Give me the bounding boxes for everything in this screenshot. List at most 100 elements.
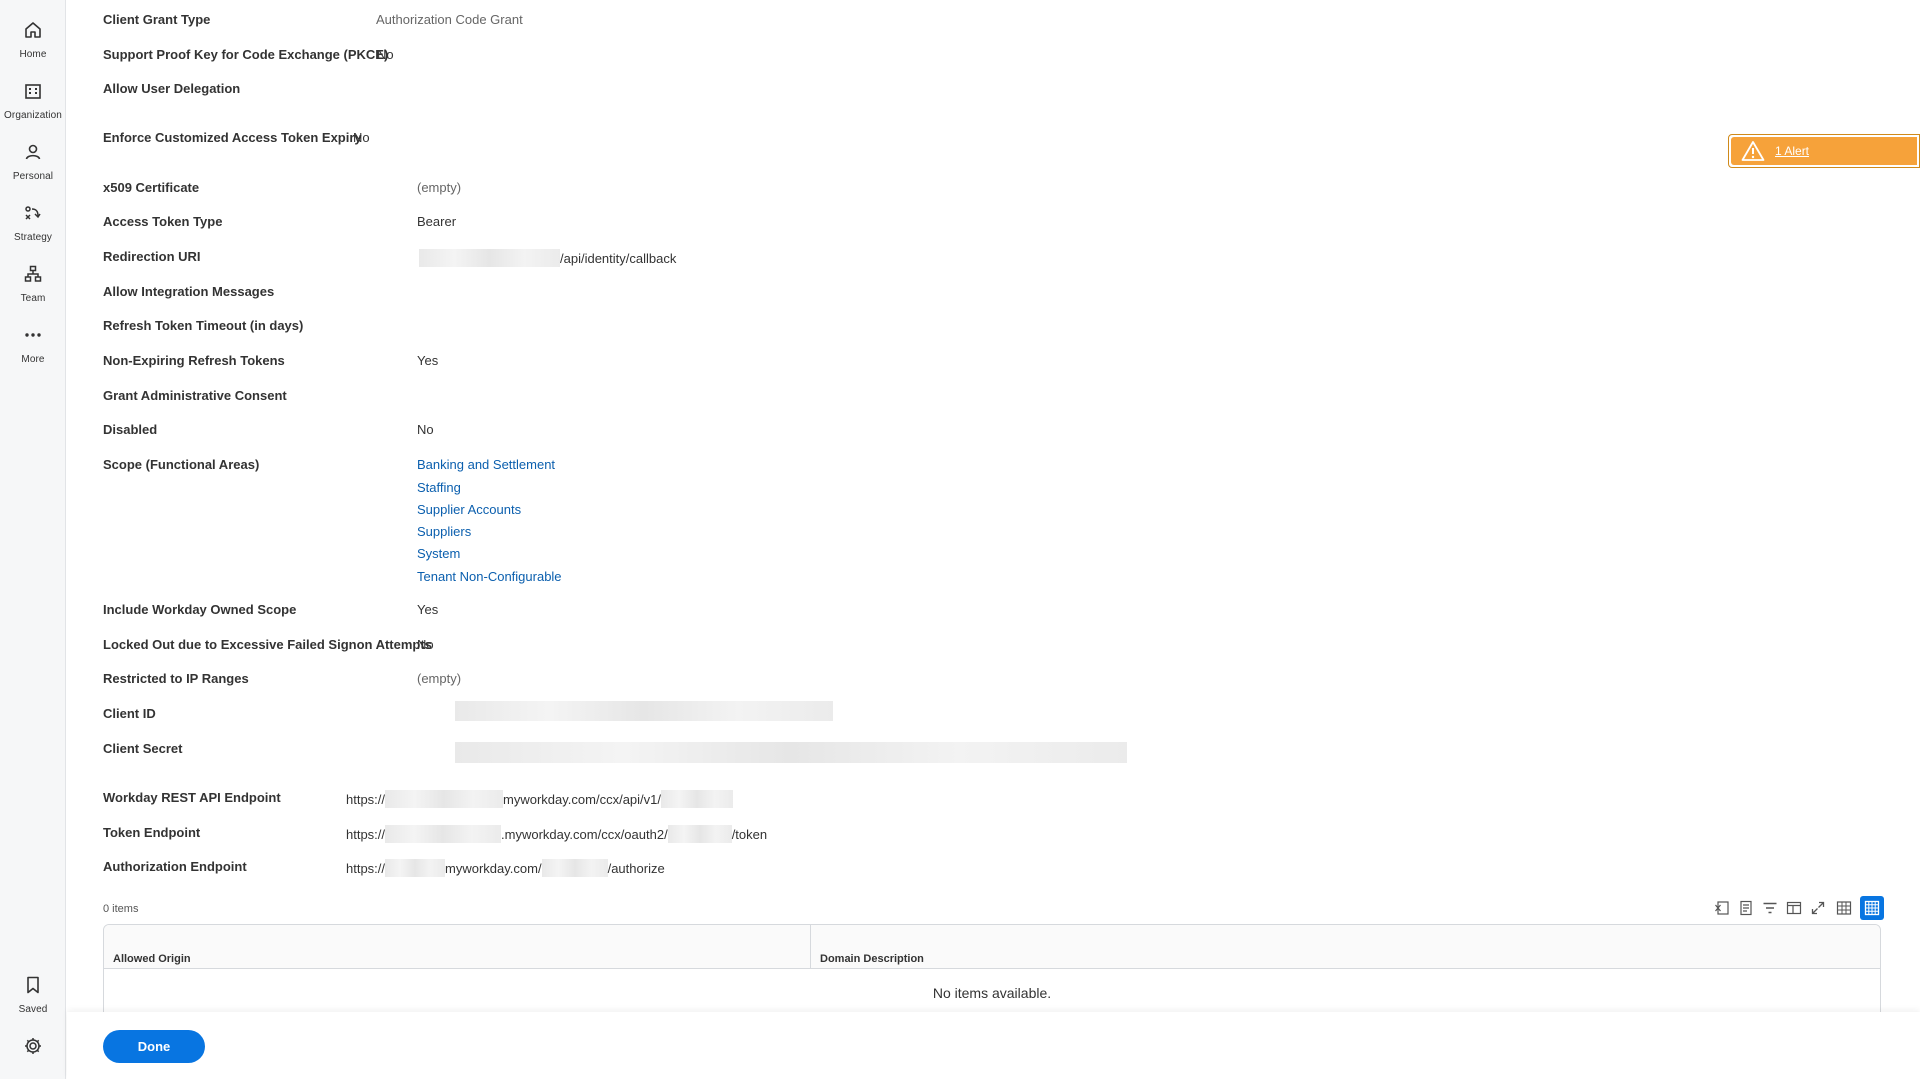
workday-scope-value: Yes [417, 602, 439, 617]
token-expiry-label: Enforce Customized Access Token Expiry [103, 130, 362, 145]
scope-item-system[interactable]: System [417, 546, 460, 561]
excel-icon [1715, 901, 1729, 915]
rest-endpoint-label: Workday REST API Endpoint [103, 790, 281, 805]
redacted-block [541, 859, 608, 877]
redacted-block [661, 790, 733, 808]
nav-strategy[interactable]: Strategy [0, 203, 66, 243]
client-secret-label: Client Secret [103, 741, 183, 756]
token-type-label: Access Token Type [103, 214, 223, 229]
auth-endpoint-label: Authorization Endpoint [103, 859, 247, 874]
grid-header: Allowed Origin Domain Description [104, 925, 1880, 969]
items-count: 0 items [103, 903, 139, 915]
nav-team-label: Team [20, 293, 46, 304]
nav-more-label: More [21, 354, 45, 365]
more-icon [25, 333, 41, 337]
non-expiring-value: Yes [417, 353, 439, 368]
nav-saved-label: Saved [18, 1004, 48, 1015]
redacted-block [385, 790, 504, 808]
nav-personal[interactable]: Personal [0, 142, 66, 182]
organization-icon [25, 84, 41, 99]
done-button[interactable]: Done [103, 1030, 205, 1063]
non-expiring-label: Non-Expiring Refresh Tokens [103, 353, 285, 368]
auth-endpoint-prefix: https:// [346, 861, 386, 876]
home-icon [25, 22, 41, 38]
token-endpoint-middle: .myworkday.com/ccx/oauth2/ [501, 827, 668, 842]
scope-item-supplier-accounts[interactable]: Supplier Accounts [417, 502, 521, 517]
client-id-label: Client ID [103, 706, 156, 721]
pdf-icon [1740, 900, 1752, 916]
redacted-block [419, 249, 560, 267]
strategy-icon [25, 206, 41, 220]
token-endpoint-prefix: https:// [346, 827, 386, 842]
main-content: Client Grant Type Authorization Code Gra… [67, 0, 1920, 1079]
warning-icon [1741, 141, 1765, 161]
nav-team[interactable]: Team [0, 264, 66, 304]
columns-icon [1786, 901, 1802, 915]
nav-home[interactable]: Home [0, 20, 66, 60]
client-secret-value [455, 742, 1127, 763]
bookmark-icon [27, 976, 39, 994]
rest-endpoint-middle: myworkday.com/ccx/api/v1/ [503, 792, 661, 807]
nav-organization[interactable]: Organization [0, 81, 66, 121]
filter-button[interactable] [1760, 898, 1780, 918]
column-header-domain-description[interactable]: Domain Description [811, 925, 924, 969]
auth-endpoint-value: https:// myworkday.com/ /authorize [346, 859, 665, 877]
scope-item-tenant[interactable]: Tenant Non-Configurable [417, 569, 562, 584]
token-endpoint-value: https:// .myworkday.com/ccx/oauth2/ /token [346, 825, 767, 843]
gear-icon [25, 1038, 41, 1054]
alert-label[interactable]: 1 Alert [1775, 144, 1809, 158]
token-endpoint-label: Token Endpoint [103, 825, 201, 840]
footer-bar: Done [67, 1012, 1920, 1079]
redirect-uri-value: /api/identity/callback [419, 249, 676, 267]
client-id-value [455, 701, 833, 721]
admin-consent-label: Grant Administrative Consent [103, 388, 287, 403]
token-endpoint-suffix: /token [731, 827, 768, 842]
grant-type-value: Authorization Code Grant [376, 12, 523, 27]
columns-button[interactable] [1784, 898, 1804, 918]
expand-icon [1811, 901, 1825, 915]
scope-item-staffing[interactable]: Staffing [417, 480, 461, 495]
rest-endpoint-value: https:// myworkday.com/ccx/api/v1/ [346, 790, 733, 808]
locked-out-value: No [417, 637, 434, 652]
refresh-timeout-label: Refresh Token Timeout (in days) [103, 318, 304, 333]
grid-view-button[interactable] [1860, 896, 1884, 920]
nav-settings[interactable] [0, 1036, 66, 1056]
grant-type-label: Client Grant Type [103, 12, 211, 27]
nav-more[interactable]: More [0, 325, 66, 365]
user-delegation-label: Allow User Delegation [103, 81, 241, 96]
nav-home-label: Home [19, 49, 47, 60]
table-view-button[interactable] [1832, 896, 1856, 920]
fullscreen-button[interactable] [1808, 898, 1828, 918]
grid-empty-message: No items available. [932, 985, 1052, 1001]
filter-icon [1763, 902, 1777, 914]
scope-item-banking[interactable]: Banking and Settlement [417, 457, 555, 472]
alert-banner[interactable]: 1 Alert [1728, 134, 1920, 168]
x509-label: x509 Certificate [103, 180, 200, 195]
redacted-block [455, 742, 1127, 763]
auth-endpoint-middle: myworkday.com/ [445, 861, 542, 876]
nav-strategy-label: Strategy [13, 232, 53, 243]
scope-item-suppliers[interactable]: Suppliers [417, 524, 471, 539]
person-icon [25, 144, 41, 160]
alert-button[interactable]: 1 Alert [1731, 137, 1917, 165]
allowed-origins-grid: Allowed Origin Domain Description No ite… [103, 924, 1881, 1014]
token-type-value: Bearer [417, 214, 457, 229]
column-header-allowed-origin[interactable]: Allowed Origin [104, 925, 811, 969]
ip-ranges-label: Restricted to IP Ranges [103, 671, 249, 686]
redirect-uri-label: Redirection URI [103, 249, 201, 264]
redacted-block [385, 825, 502, 843]
nav-rail: Home Organization Personal Strategy Team… [0, 0, 66, 1079]
export-excel-button[interactable] [1712, 898, 1732, 918]
nav-organization-label: Organization [4, 110, 62, 121]
redacted-block [667, 825, 732, 843]
x509-value: (empty) [417, 180, 462, 195]
auth-endpoint-suffix: /authorize [607, 861, 665, 876]
grid-toolbar [1712, 896, 1884, 920]
team-icon [24, 265, 42, 282]
nav-saved[interactable]: Saved [0, 975, 66, 1015]
locked-out-label: Locked Out due to Excessive Failed Signo… [103, 637, 432, 652]
nav-personal-label: Personal [12, 171, 54, 182]
grid-view-icon [1864, 900, 1880, 916]
disabled-value: No [417, 422, 434, 437]
export-pdf-button[interactable] [1736, 898, 1756, 918]
